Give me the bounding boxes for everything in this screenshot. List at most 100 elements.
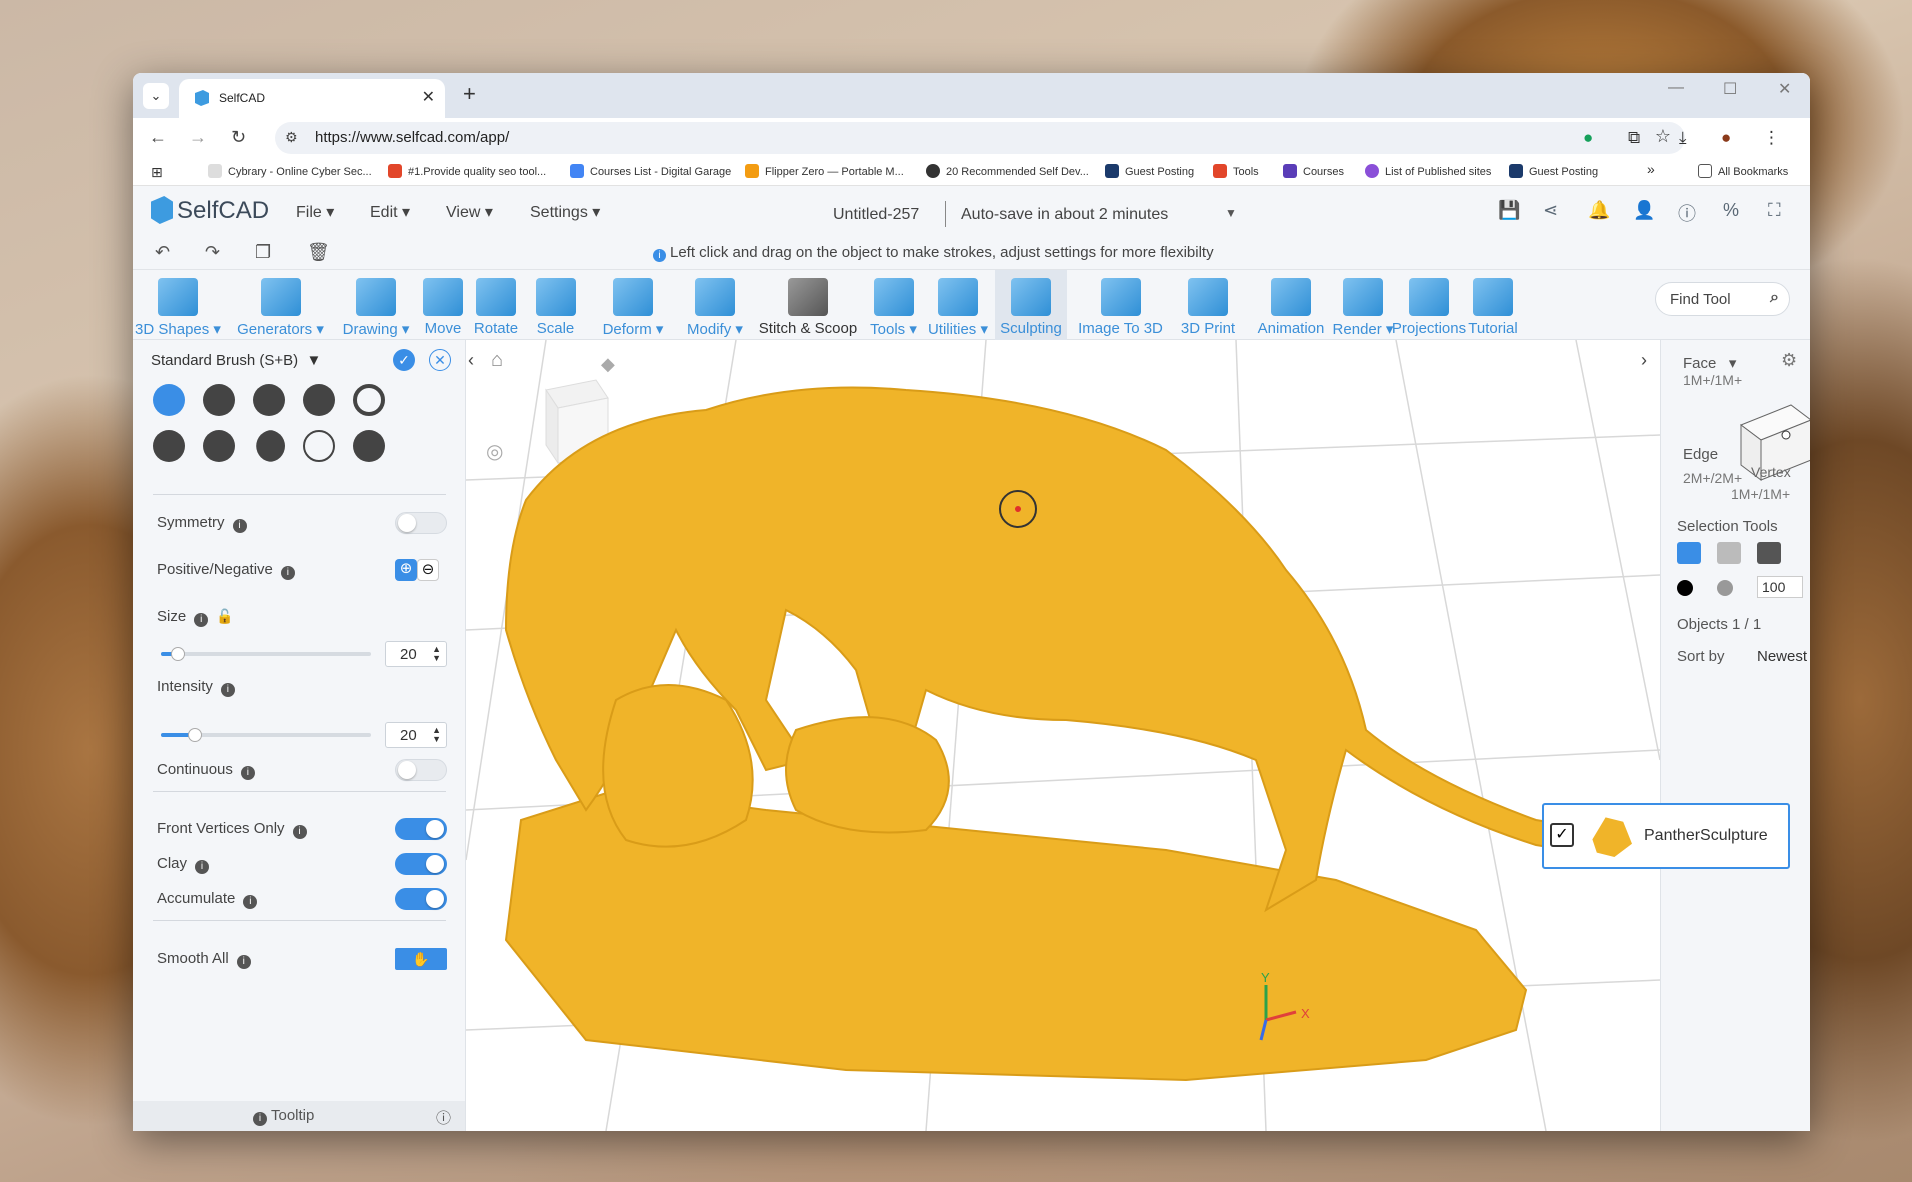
face-mode[interactable]: Face ▾ — [1683, 354, 1736, 372]
intensity-slider[interactable] — [161, 728, 371, 742]
autosave-dropdown-icon[interactable]: ▼ — [1225, 206, 1237, 220]
maximize-icon[interactable]: ☐ — [1723, 79, 1737, 99]
tab-close-icon[interactable]: ✕ — [422, 87, 435, 107]
ribbon-render[interactable]: Render ▾ — [1328, 270, 1398, 340]
new-tab-icon[interactable]: + — [463, 81, 476, 107]
smooth-all-button[interactable]: ✋ — [395, 948, 447, 970]
spinner-icon[interactable]: ▲ ▼ — [432, 645, 441, 663]
flatten-brush-icon[interactable] — [153, 430, 185, 462]
brush-selector[interactable]: Standard Brush (S+B) ▼ — [151, 352, 321, 369]
menu-file[interactable]: File ▾ — [296, 202, 334, 222]
size-input[interactable]: 20 ▲ ▼ — [385, 641, 447, 667]
bookmark-star-icon[interactable]: ☆ — [1655, 126, 1671, 147]
redo-icon[interactable]: ↷ — [205, 242, 220, 263]
size-slider[interactable] — [161, 647, 371, 661]
undo-icon[interactable]: ↶ — [155, 242, 170, 263]
lock-icon[interactable]: 🔓 — [216, 608, 233, 624]
info-icon[interactable]: i — [240, 766, 255, 780]
forward-icon[interactable]: → — [189, 127, 207, 148]
select-object-icon[interactable] — [1677, 542, 1701, 564]
crease-brush-icon[interactable] — [253, 384, 285, 416]
bookmark-item[interactable]: Guest Posting — [1509, 164, 1598, 178]
ribbon-stitch-scoop[interactable]: Stitch & Scoop — [753, 270, 863, 340]
info-icon[interactable]: i — [195, 860, 210, 874]
drag-brush-icon[interactable] — [256, 430, 285, 462]
tooltip-info-icon[interactable]: ⓘ — [436, 1107, 451, 1128]
share-icon[interactable]: ⋖ — [1543, 200, 1558, 221]
confirm-button[interactable]: ✓ — [393, 349, 415, 371]
trash-icon[interactable]: 🗑 — [307, 242, 330, 263]
plus-icon[interactable]: ⊕ — [395, 559, 417, 581]
continuous-toggle[interactable] — [395, 759, 447, 781]
download-icon[interactable]: ⤓ — [1679, 128, 1687, 148]
fullscreen-icon[interactable]: ⛶ — [1768, 200, 1781, 221]
slider-handle[interactable] — [170, 647, 185, 661]
ribbon-modify[interactable]: Modify ▾ — [681, 270, 749, 340]
object-list-item[interactable]: ✓ PantherSculpture — [1542, 803, 1790, 869]
info-icon[interactable]: i — [243, 895, 258, 909]
tab-search-icon[interactable]: ⌄ — [143, 83, 169, 109]
select-wireframe-icon[interactable] — [1717, 542, 1741, 564]
menu-edit[interactable]: Edit ▾ — [370, 202, 410, 222]
bookmark-item[interactable]: Courses — [1283, 164, 1344, 178]
bookmark-item[interactable]: List of Published sites — [1365, 164, 1491, 178]
save-icon[interactable]: 💾 — [1498, 200, 1520, 221]
bookmark-item[interactable]: Courses List - Digital Garage — [570, 164, 731, 178]
window-close-icon[interactable]: ✕ — [1778, 79, 1791, 99]
twist-brush-icon[interactable] — [303, 384, 335, 416]
ribbon-move[interactable]: Move — [423, 270, 463, 340]
bookmark-item[interactable]: 20 Recommended Self Dev... — [926, 164, 1089, 178]
more-bookmarks-icon[interactable]: » — [1647, 161, 1655, 177]
info-icon[interactable]: i — [194, 613, 209, 627]
info-icon[interactable]: i — [236, 955, 251, 969]
positive-negative-switch[interactable]: ⊕ ⊖ — [395, 559, 439, 581]
settings-gear-icon[interactable]: ⚙ — [1781, 350, 1797, 371]
bell-icon[interactable]: 🔔 — [1588, 200, 1610, 221]
bookmark-item[interactable]: Flipper Zero — Portable M... — [745, 164, 904, 178]
extensions-icon[interactable]: ⧉ — [1628, 128, 1640, 148]
site-settings-icon[interactable]: ⚙ — [285, 129, 298, 146]
ribbon-tools[interactable]: Tools ▾ — [866, 270, 921, 340]
info-icon[interactable]: i — [232, 519, 247, 533]
info-icon[interactable]: ⓘ — [1678, 200, 1696, 226]
minus-icon[interactable]: ⊖ — [417, 559, 439, 581]
ribbon-scale[interactable]: Scale — [533, 270, 578, 340]
all-bookmarks[interactable]: All Bookmarks — [1698, 164, 1788, 178]
menu-view[interactable]: View ▾ — [446, 202, 493, 222]
ribbon-projections[interactable]: Projections — [1388, 270, 1470, 340]
apps-grid-icon[interactable]: ⊞ — [151, 164, 163, 181]
bookmark-item[interactable]: Tools — [1213, 164, 1259, 178]
selection-size-input[interactable]: 100 — [1757, 576, 1803, 598]
symmetry-toggle[interactable] — [395, 512, 447, 534]
menu-settings[interactable]: Settings ▾ — [530, 202, 600, 222]
ribbon-deform[interactable]: Deform ▾ — [593, 270, 673, 340]
smooth-brush-icon[interactable] — [353, 384, 385, 416]
document-name[interactable]: Untitled-257 — [833, 206, 919, 224]
search-icon[interactable]: ⌕ — [1770, 289, 1779, 307]
spinner-icon[interactable]: ▲ ▼ — [432, 726, 441, 744]
address-bar[interactable]: ⚙ https://www.selfcad.com/app/ ☆ — [275, 122, 1685, 154]
slider-handle[interactable] — [187, 728, 202, 742]
units-icon[interactable]: % — [1723, 200, 1739, 221]
ribbon-utilities[interactable]: Utilities ▾ — [923, 270, 993, 340]
minimize-icon[interactable]: — — [1668, 79, 1684, 97]
grab-brush-icon[interactable] — [303, 430, 335, 462]
panther-sculpture-model[interactable] — [504, 386, 1660, 1082]
tooltip-bar[interactable]: i Tooltip ⓘ — [133, 1101, 465, 1131]
brush-selection-icon[interactable] — [1677, 580, 1693, 596]
ribbon-sculpting[interactable]: Sculpting — [995, 270, 1067, 340]
ribbon-image-to-3d[interactable]: Image To 3D — [1073, 270, 1168, 340]
ribbon-3d-print[interactable]: 3D Print — [1173, 270, 1243, 340]
clay-toggle[interactable] — [395, 853, 447, 875]
viewport-scene[interactable]: ⌂ ‹ › ◆ ◎ Y X — [466, 340, 1660, 1131]
standard-brush-icon[interactable] — [153, 384, 185, 416]
vertex-label[interactable]: Vertex — [1751, 464, 1791, 480]
bookmark-item[interactable]: Guest Posting — [1105, 164, 1194, 178]
pinch-brush-icon[interactable] — [203, 430, 235, 462]
select-mesh-icon[interactable] — [1757, 542, 1781, 564]
tab-selfcad[interactable]: SelfCAD ✕ — [179, 79, 445, 118]
find-tool-search[interactable]: Find Tool ⌕ — [1655, 282, 1790, 316]
intensity-input[interactable]: 20 ▲ ▼ — [385, 722, 447, 748]
ribbon-tutorial[interactable]: Tutorial — [1463, 270, 1523, 340]
ribbon-rotate[interactable]: Rotate — [466, 270, 526, 340]
